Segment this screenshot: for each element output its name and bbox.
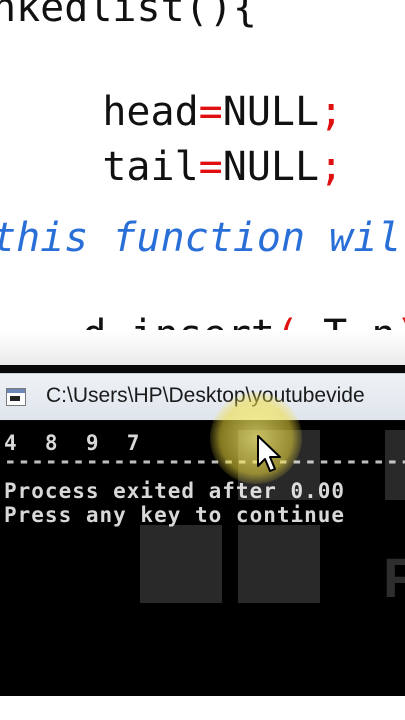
- editor-fade: [0, 330, 405, 365]
- console-title: C:\Users\HP\Desktop\youtubevide: [46, 384, 365, 407]
- code-line-constructor: nkedlist(){: [0, 0, 257, 31]
- overlay-block: [238, 525, 320, 603]
- tail-equals: =: [198, 144, 223, 190]
- tail-semicolon: ;: [319, 144, 344, 190]
- code-editor: nkedlist(){ head=NULL; tail=NULL; this f…: [0, 0, 405, 365]
- press-any-key-text: Press any key to continue: [4, 503, 346, 527]
- overlay-letter: F: [383, 546, 405, 609]
- bottom-bar: [0, 696, 405, 720]
- overlay-block: [140, 525, 222, 603]
- code-line-tail: tail=NULL;: [6, 107, 343, 227]
- tail-identifier: tail: [102, 144, 199, 190]
- console-app-icon[interactable]: [6, 388, 26, 406]
- overlay-block: [385, 430, 405, 500]
- mouse-pointer-icon: [257, 435, 281, 472]
- console-titlebar[interactable]: C:\Users\HP\Desktop\youtubevide: [0, 373, 405, 420]
- output-separator: --------------------------------------: [4, 449, 405, 473]
- code-comment: this function wil: [0, 215, 402, 261]
- tail-value: NULL: [222, 144, 320, 190]
